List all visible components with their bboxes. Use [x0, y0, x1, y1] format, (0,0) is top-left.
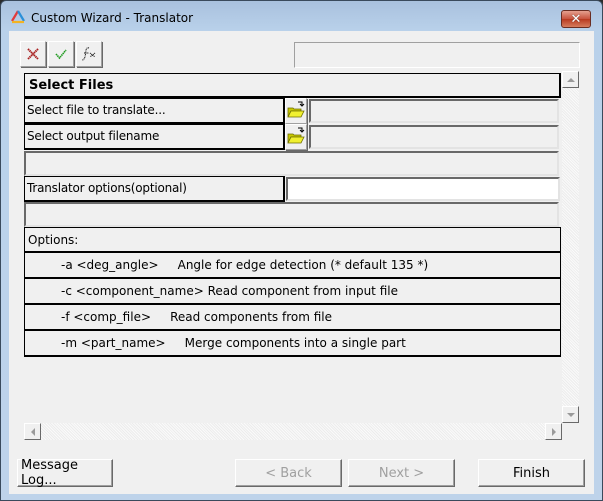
horizontal-scrollbar[interactable]: [24, 423, 562, 440]
option-spacer: [166, 336, 185, 350]
option-flag: -c <component_name>: [61, 284, 204, 298]
browse-output-file-button[interactable]: [285, 124, 307, 150]
scroll-left-button[interactable]: [24, 423, 41, 440]
scroll-up-button[interactable]: [562, 71, 579, 88]
fx-icon: [81, 47, 96, 61]
option-row: -c <component_name> Read component from …: [24, 279, 561, 305]
status-display: [294, 42, 580, 68]
input-file-field[interactable]: [309, 99, 559, 123]
title-bar[interactable]: Custom Wizard - Translator ✕: [1, 1, 602, 31]
input-file-label: Select file to translate...: [24, 98, 285, 124]
finish-button[interactable]: Finish: [478, 459, 585, 487]
output-file-label: Select output filename: [24, 124, 285, 150]
option-row: -f <comp_file> Read components from file: [24, 305, 561, 331]
message-log-button[interactable]: Message Log...: [17, 458, 113, 488]
next-button[interactable]: Next >: [348, 459, 455, 487]
option-flag: -m <part_name>: [61, 336, 166, 350]
spacer-row: [24, 202, 559, 227]
open-folder-icon: [287, 101, 305, 118]
options-header: Options:: [24, 227, 561, 253]
checkmark-icon: [55, 49, 67, 60]
wizard-client-area: Select Files Select file to translate...…: [9, 31, 594, 494]
scroll-down-button[interactable]: [562, 406, 579, 423]
window-title: Custom Wizard - Translator: [31, 11, 194, 25]
option-description: Read components from file: [170, 310, 333, 324]
close-x-icon: [27, 48, 39, 60]
option-description: Merge components into a single part: [184, 336, 406, 350]
app-logo-icon: [11, 10, 25, 24]
vertical-scrollbar[interactable]: [562, 71, 579, 423]
arrow-left-icon: [30, 427, 35, 436]
apply-button[interactable]: [48, 41, 74, 67]
window-close-button[interactable]: ✕: [561, 10, 591, 28]
close-icon: ✕: [570, 11, 582, 27]
arrow-down-icon: [566, 412, 575, 417]
option-description: Read component from input file: [207, 284, 398, 298]
translator-options-input[interactable]: [286, 177, 560, 201]
translator-options-label: Translator options(optional): [24, 176, 285, 202]
output-file-field[interactable]: [309, 125, 559, 149]
open-folder-icon: [287, 127, 305, 144]
browse-input-file-button[interactable]: [285, 98, 307, 124]
option-spacer: [159, 258, 178, 272]
option-flag: -a <deg_angle>: [61, 258, 159, 272]
cancel-button[interactable]: [20, 41, 46, 67]
option-spacer: [151, 310, 170, 324]
back-button[interactable]: < Back: [235, 459, 342, 487]
section-title: Select Files: [24, 73, 561, 98]
option-flag: -f <comp_file>: [61, 310, 151, 324]
option-description: Angle for edge detection (* default 135 …: [177, 258, 429, 272]
arrow-right-icon: [551, 427, 556, 436]
option-row: -m <part_name> Merge components into a s…: [24, 331, 561, 357]
wizard-panel: Select Files Select file to translate...…: [24, 71, 562, 431]
scroll-right-button[interactable]: [545, 423, 562, 440]
function-button[interactable]: [76, 41, 102, 67]
wizard-window: Custom Wizard - Translator ✕ Select File…: [0, 0, 603, 501]
spacer-row: [24, 151, 559, 176]
arrow-up-icon: [566, 77, 575, 82]
option-row: -a <deg_angle> Angle for edge detection …: [24, 253, 561, 279]
